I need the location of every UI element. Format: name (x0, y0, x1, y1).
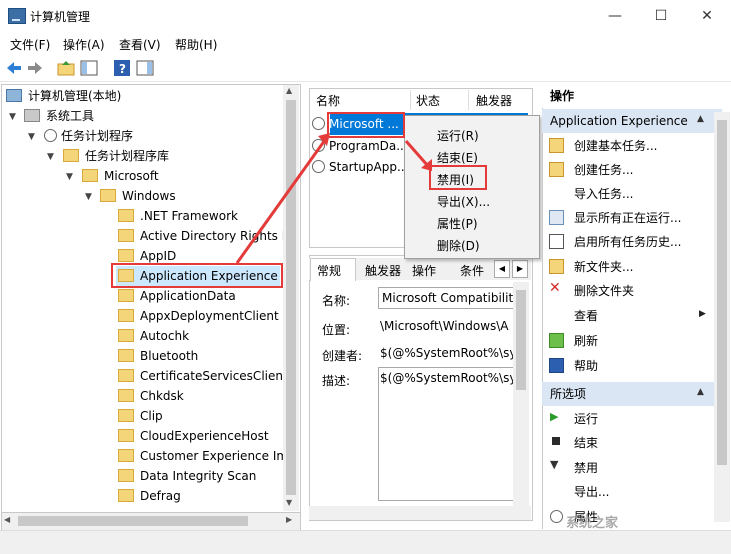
arrow-to-task (235, 139, 327, 264)
watermark: 系统之家 (566, 516, 619, 531)
arrow-to-task-head (318, 133, 330, 146)
status-bar (0, 530, 731, 554)
annotation-arrows (235, 133, 432, 264)
arrow-to-disable (404, 140, 430, 167)
